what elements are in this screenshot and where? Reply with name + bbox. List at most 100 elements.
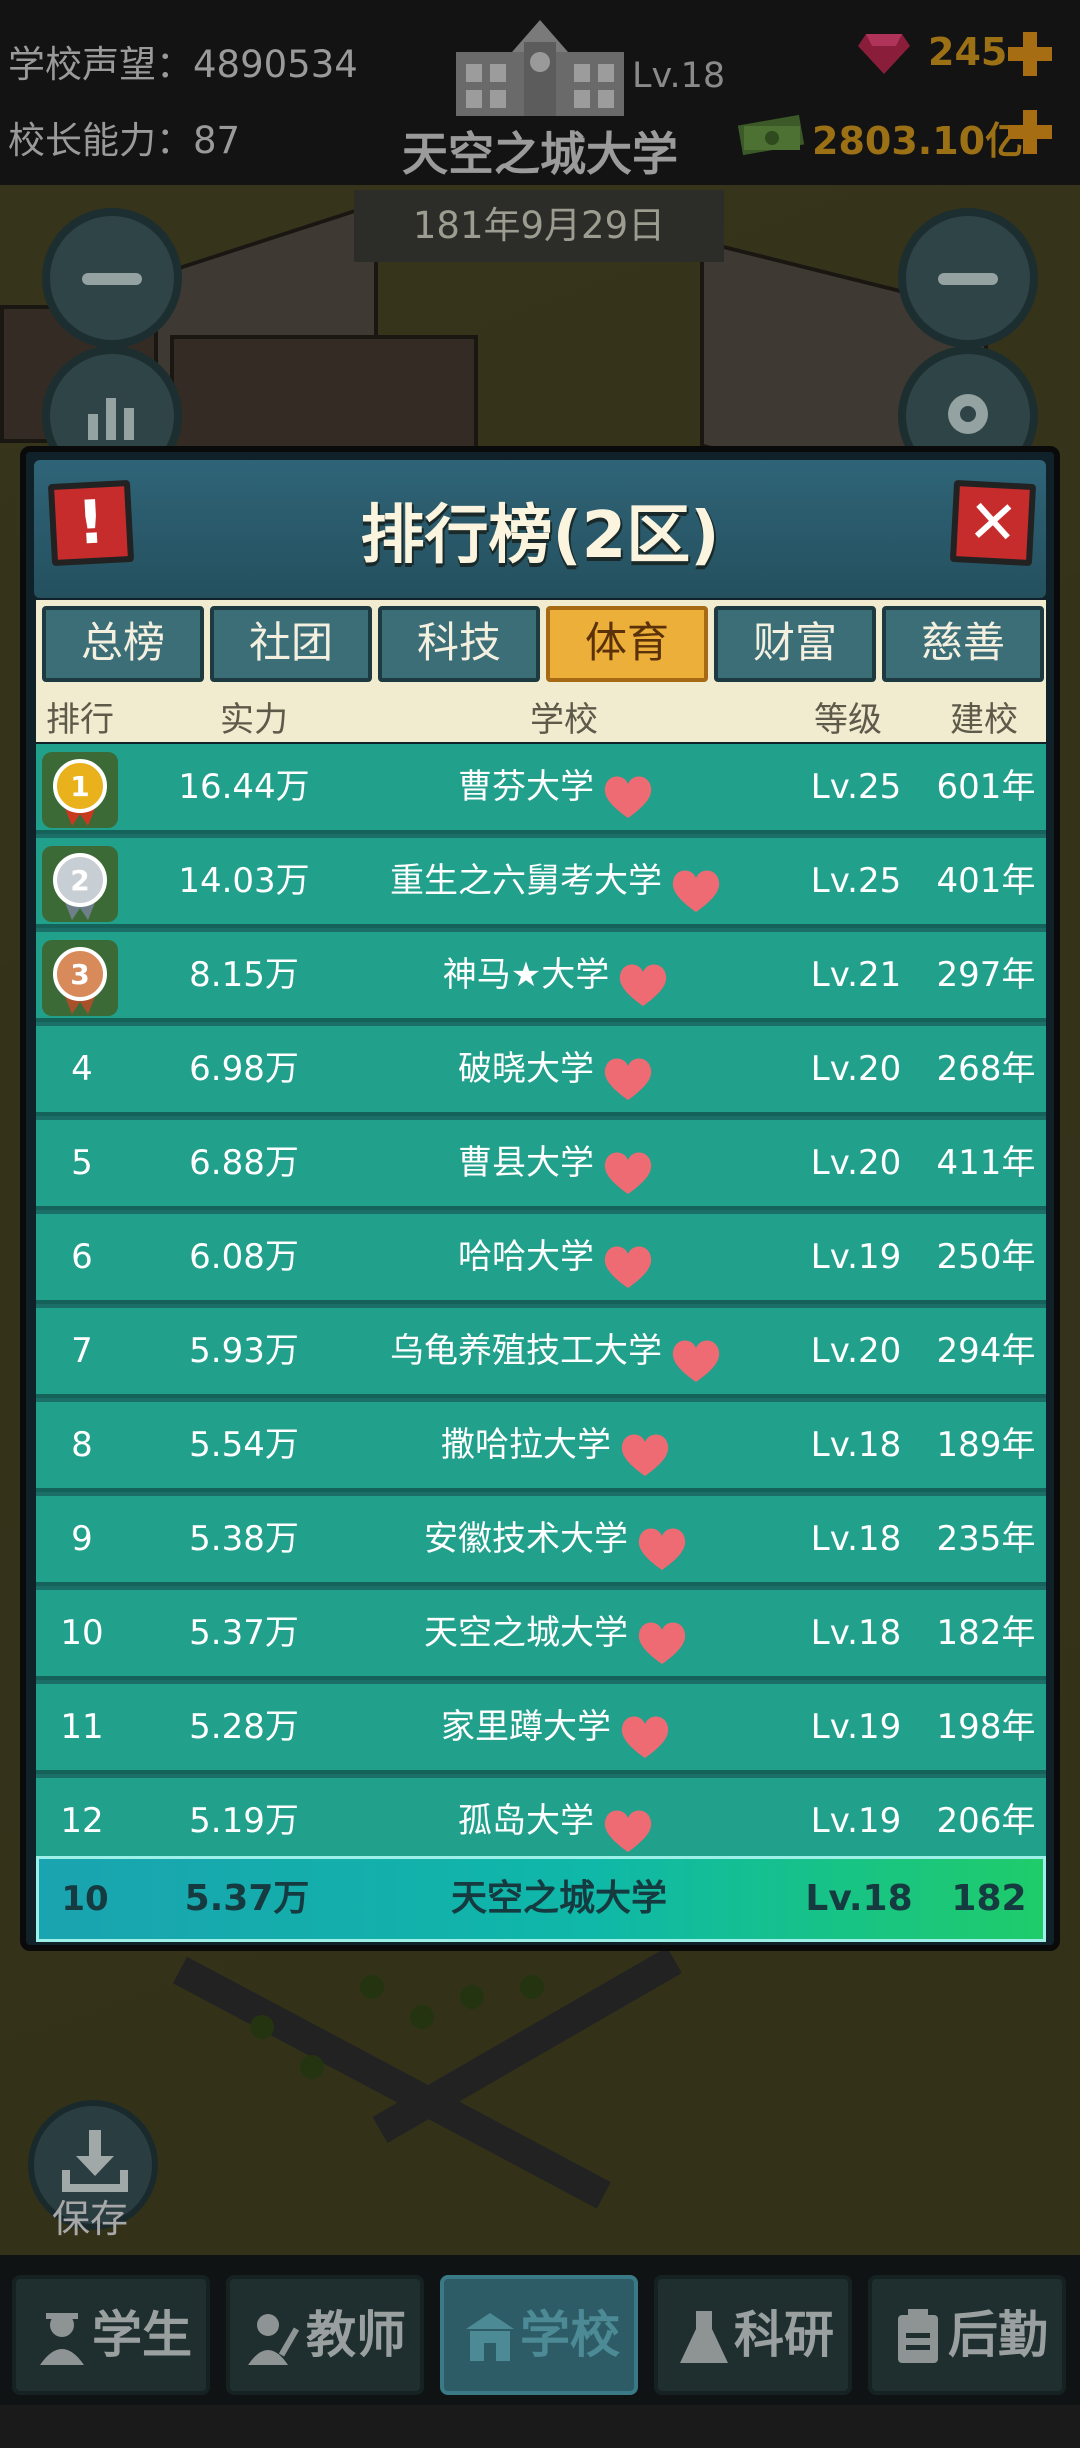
nav-school[interactable]: 学校: [440, 2275, 638, 2395]
power-value: 14.03万: [178, 861, 310, 901]
school-cell: 神马★大学: [376, 932, 736, 1018]
add-gems-icon[interactable]: [1006, 30, 1054, 78]
like-heart-icon[interactable]: [617, 954, 669, 1006]
my-school: 天空之城大学: [450, 1878, 667, 1919]
tab-overall[interactable]: 总榜: [42, 606, 204, 682]
school-name: 破晓大学: [458, 1049, 594, 1089]
rank-number: 8: [71, 1425, 93, 1465]
nav-students[interactable]: 学生: [12, 2275, 210, 2395]
level-value: Lv.18: [810, 1425, 902, 1465]
column-headers: 排行 实力 学校 等级 建校: [36, 686, 1046, 742]
nav-research[interactable]: 科研: [654, 2275, 852, 2395]
ability-value: 87: [193, 119, 241, 162]
founded-years: 601年: [936, 767, 1036, 807]
founded-years: 401年: [936, 861, 1036, 901]
like-heart-icon[interactable]: [670, 860, 722, 912]
nav-logistics-label: 后勤: [948, 2306, 1048, 2364]
like-heart-icon[interactable]: [619, 1424, 671, 1476]
tab-sports[interactable]: 体育: [546, 606, 708, 682]
like-heart-icon[interactable]: [619, 1706, 671, 1758]
school-cell: 孤岛大学: [376, 1778, 736, 1864]
table-row[interactable]: 9 5.38万 安徽技术大学 Lv.18 235年: [36, 1496, 1046, 1586]
table-row[interactable]: 7 5.93万 乌龟养殖技工大学 Lv.20 294年: [36, 1308, 1046, 1398]
level-value: Lv.18: [810, 1519, 902, 1559]
level-value: Lv.25: [810, 861, 902, 901]
add-money-icon[interactable]: [1006, 108, 1054, 156]
my-founded: 182: [951, 1878, 1027, 1919]
top-hud: 学校声望：4890534 校长能力：87 Lv.18 天空之城大学 245 28…: [0, 0, 1080, 185]
like-heart-icon[interactable]: [602, 1800, 654, 1852]
gem-icon: [858, 34, 910, 74]
level-value: Lv.19: [810, 1237, 902, 1277]
rank-number: 6: [71, 1237, 93, 1277]
power-value: 16.44万: [178, 767, 310, 807]
rank-medal: 3: [36, 932, 128, 1018]
power-value: 5.38万: [189, 1519, 299, 1559]
like-heart-icon[interactable]: [636, 1518, 688, 1570]
school-name: 曹县大学: [458, 1143, 594, 1183]
table-row[interactable]: 10 5.37万 天空之城大学 Lv.18 182年: [36, 1590, 1046, 1680]
tab-wealth[interactable]: 财富: [714, 606, 876, 682]
medal-icon: 1: [42, 752, 118, 828]
nav-teachers[interactable]: 教师: [226, 2275, 424, 2395]
clipboard-icon: [898, 2309, 938, 2363]
founded-years: 297年: [936, 955, 1036, 995]
school-name: 哈哈大学: [458, 1237, 594, 1277]
school-name: 曹芬大学: [458, 767, 594, 807]
power-value: 5.28万: [189, 1707, 299, 1747]
table-row[interactable]: 2 14.03万 重生之六舅考大学 Lv.25 401年: [36, 838, 1046, 928]
tab-charity[interactable]: 慈善: [882, 606, 1044, 682]
school-cell: 哈哈大学: [376, 1214, 736, 1300]
school-cell: 撒哈拉大学: [376, 1402, 736, 1488]
reputation-label: 学校声望：: [8, 43, 193, 86]
zoom-out-button-left[interactable]: [42, 208, 182, 348]
table-row[interactable]: 4 6.98万 破晓大学 Lv.20 268年: [36, 1026, 1046, 1116]
level-value: Lv.21: [810, 955, 902, 995]
like-heart-icon[interactable]: [602, 1142, 654, 1194]
like-heart-icon[interactable]: [602, 1048, 654, 1100]
founded-years: 206年: [936, 1801, 1036, 1841]
school-name: 撒哈拉大学: [441, 1425, 611, 1465]
table-row[interactable]: 8 5.54万 撒哈拉大学 Lv.18 189年: [36, 1402, 1046, 1492]
school-building-icon[interactable]: [452, 12, 628, 120]
school-cell: 天空之城大学: [376, 1590, 736, 1676]
leaderboard-modal: ! 排行榜(2区) ✕ 总榜 社团 科技 体育 财富 慈善 排行 实力 学校 等…: [20, 446, 1060, 1951]
level-value: Lv.20: [810, 1049, 902, 1089]
nav-logistics[interactable]: 后勤: [868, 2275, 1066, 2395]
table-row[interactable]: 5 6.88万 曹县大学 Lv.20 411年: [36, 1120, 1046, 1210]
nav-students-label: 学生: [92, 2306, 192, 2364]
level-value: Lv.19: [810, 1707, 902, 1747]
table-row[interactable]: 6 6.08万 哈哈大学 Lv.19 250年: [36, 1214, 1046, 1304]
rank-number: 10: [60, 1613, 104, 1653]
school-level: Lv.18: [632, 56, 726, 96]
table-row[interactable]: 11 5.28万 家里蹲大学 Lv.19 198年: [36, 1684, 1046, 1774]
reputation-value: 4890534: [193, 43, 358, 86]
medal-rank-number: 1: [70, 770, 89, 803]
tab-clubs[interactable]: 社团: [210, 606, 372, 682]
table-row[interactable]: 12 5.19万 孤岛大学 Lv.19 206年: [36, 1778, 1046, 1868]
like-heart-icon[interactable]: [602, 766, 654, 818]
medal-icon: 2: [42, 846, 118, 922]
school-name: 家里蹲大学: [441, 1707, 611, 1747]
school-cell: 曹芬大学: [376, 744, 736, 830]
rank-medal: 2: [36, 838, 128, 924]
school-cell: 家里蹲大学: [376, 1684, 736, 1770]
rank-number: 9: [71, 1519, 93, 1559]
founded-years: 268年: [936, 1049, 1036, 1089]
like-heart-icon[interactable]: [602, 1236, 654, 1288]
close-button[interactable]: ✕: [949, 479, 1037, 567]
like-heart-icon[interactable]: [670, 1330, 722, 1382]
zoom-out-button-right[interactable]: [898, 208, 1038, 348]
like-heart-icon[interactable]: [636, 1612, 688, 1664]
school-name: 乌龟养殖技工大学: [390, 1331, 662, 1371]
flask-icon: [680, 2311, 728, 2363]
table-row[interactable]: 3 8.15万 神马★大学 Lv.21 297年: [36, 932, 1046, 1022]
tab-tech[interactable]: 科技: [378, 606, 540, 682]
student-icon: [40, 2313, 84, 2365]
founded-years: 294年: [936, 1331, 1036, 1371]
school-name: 天空之城大学: [424, 1613, 628, 1653]
table-row[interactable]: 1 16.44万 曹芬大学 Lv.25 601年: [36, 744, 1046, 834]
level-value: Lv.18: [810, 1613, 902, 1653]
ranking-list[interactable]: 1 16.44万 曹芬大学 Lv.25 601年 2 14.03万 重生之六舅考大学 Lv.25…: [36, 744, 1046, 1890]
modal-header: ! 排行榜(2区) ✕: [34, 460, 1046, 598]
